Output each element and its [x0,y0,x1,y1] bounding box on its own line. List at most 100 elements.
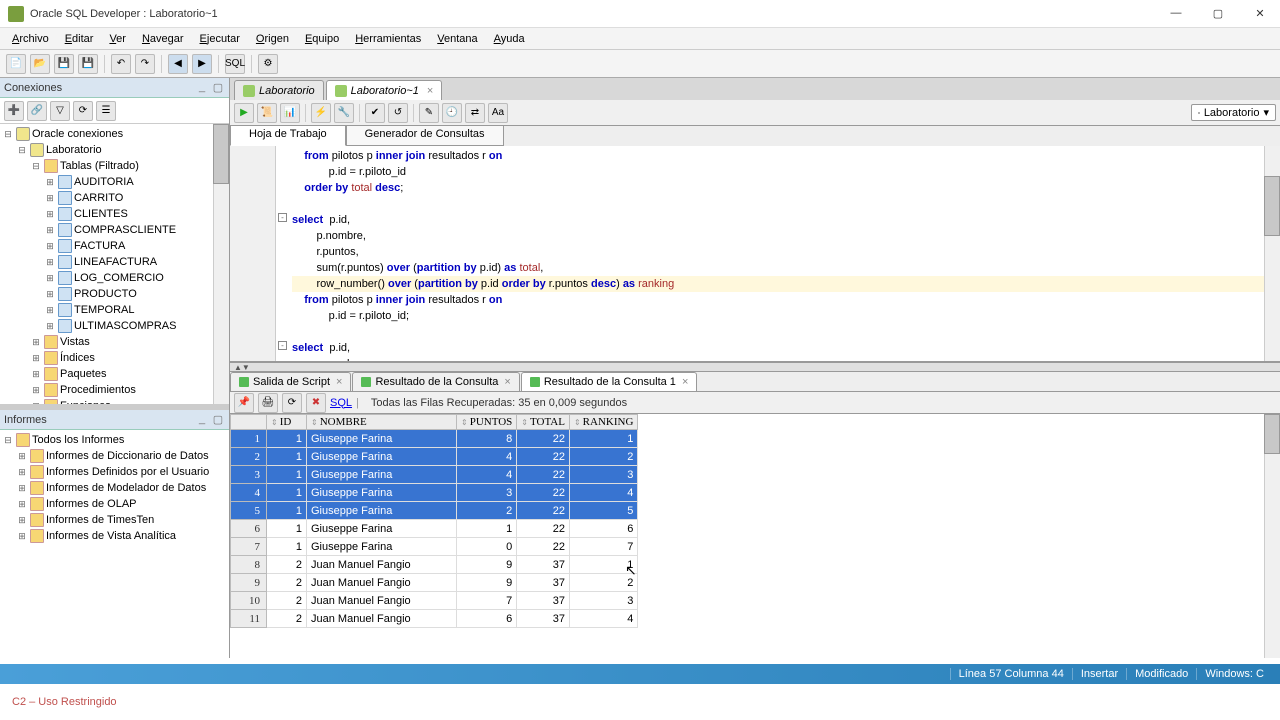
table-row[interactable]: 92Juan Manuel Fangio9372 [231,574,638,592]
report-informes-de-timesten[interactable]: ⊞Informes de TimesTen [0,512,229,528]
col-ID[interactable]: ⇕ID [267,415,307,430]
table-row[interactable]: 71Giuseppe Farina0227 [231,538,638,556]
menu-ayuda[interactable]: Ayuda [486,30,533,48]
table-row[interactable]: 102Juan Manuel Fangio7373 [231,592,638,610]
minimize-button[interactable]: — [1164,7,1188,20]
tree-icon[interactable]: ☰ [96,101,116,121]
tree-scrollbar[interactable] [213,124,229,404]
clear-button[interactable]: ✎ [419,103,439,123]
col-TOTAL[interactable]: ⇕TOTAL [517,415,570,430]
result-tab-Resultado-de-la-Consulta[interactable]: Resultado de la Consulta× [352,372,519,391]
dba-button[interactable]: ⚙ [258,54,278,74]
sql-editor[interactable]: -- from pilotos p inner join resultados … [230,146,1280,362]
ws-tab-Generador-de-Consultas[interactable]: Generador de Consultas [346,126,504,146]
reports-root[interactable]: ⊟Todos los Informes [0,432,229,448]
result-tab-Resultado-de-la-Consulta-1[interactable]: Resultado de la Consulta 1× [521,372,698,391]
run-button[interactable]: ▶ [234,103,254,123]
explain-button[interactable]: 📊 [280,103,300,123]
forward-button[interactable]: ▶ [192,54,212,74]
close-button[interactable]: ✕ [1248,7,1272,20]
autotrace-button[interactable]: ⚡ [311,103,331,123]
new-connection-button[interactable]: ➕ [4,101,24,121]
run-script-button[interactable]: 📜 [257,103,277,123]
cancel-icon[interactable]: ✖ [306,393,326,413]
menu-ventana[interactable]: Ventana [429,30,485,48]
connection-selector[interactable]: Laboratorio ▾ [1191,104,1276,121]
table-row[interactable]: 31Giuseppe Farina4223 [231,466,638,484]
tree-table-clientes[interactable]: ⊞CLIENTES [0,206,229,222]
grid-scrollbar[interactable] [1264,414,1280,658]
format-button[interactable]: ⇄ [465,103,485,123]
report-informes-de-modelador-de-datos[interactable]: ⊞Informes de Modelador de Datos [0,480,229,496]
menu-herramientas[interactable]: Herramientas [347,30,429,48]
col-RANKING[interactable]: ⇕RANKING [569,415,637,430]
new-button[interactable]: 📄 [6,54,26,74]
panel-min-icon[interactable]: _ [195,81,209,94]
table-row[interactable]: 11Giuseppe Farina8221 [231,430,638,448]
unshared-button[interactable]: Aa [488,103,508,123]
filter-icon[interactable]: ▽ [50,101,70,121]
table-row[interactable]: 21Giuseppe Farina4222 [231,448,638,466]
col-PUNTOS[interactable]: ⇕PUNTOS [457,415,517,430]
menu-navegar[interactable]: Navegar [134,30,192,48]
tree-table-producto[interactable]: ⊞PRODUCTO [0,286,229,302]
sql-button[interactable]: SQL [225,54,245,74]
report-informes-de-vista-analítica[interactable]: ⊞Informes de Vista Analítica [0,528,229,544]
menu-ver[interactable]: Ver [101,30,134,48]
editor-tab-Laboratorio[interactable]: Laboratorio [234,80,324,100]
tree-table-lineafactura[interactable]: ⊞LINEAFACTURA [0,254,229,270]
tree-db[interactable]: ⊟Laboratorio [0,142,229,158]
panel-min-icon[interactable]: _ [195,413,209,426]
menu-archivo[interactable]: Archivo [4,30,57,48]
tree-root[interactable]: ⊟Oracle conexiones [0,126,229,142]
redo-button[interactable]: ↷ [135,54,155,74]
open-button[interactable]: 📂 [30,54,50,74]
tree-table-carrito[interactable]: ⊞CARRITO [0,190,229,206]
panel-max-icon[interactable]: ▢ [211,413,225,426]
tree-table-temporal[interactable]: ⊞TEMPORAL [0,302,229,318]
back-button[interactable]: ◀ [168,54,188,74]
sql-link[interactable]: SQL [330,397,352,409]
maximize-button[interactable]: ▢ [1206,7,1230,20]
refresh-result-icon[interactable]: ⟳ [282,393,302,413]
save-all-button[interactable]: 💾 [78,54,98,74]
report-informes-de-diccionario-de-datos[interactable]: ⊞Informes de Diccionario de Datos [0,448,229,464]
refresh-icon[interactable]: ⟳ [73,101,93,121]
tree-node-funciones[interactable]: ⊞Funciones [0,398,229,404]
table-row[interactable]: 112Juan Manuel Fangio6374 [231,610,638,628]
col-NOMBRE[interactable]: ⇕NOMBRE [307,415,457,430]
tree-table-ultimascompras[interactable]: ⊞ULTIMASCOMPRAS [0,318,229,334]
tree-node-índices[interactable]: ⊞Índices [0,350,229,366]
menu-equipo[interactable]: Equipo [297,30,347,48]
table-row[interactable]: 82Juan Manuel Fangio9371 [231,556,638,574]
table-row[interactable]: 51Giuseppe Farina2225 [231,502,638,520]
table-row[interactable]: 41Giuseppe Farina3224 [231,484,638,502]
tree-node-paquetes[interactable]: ⊞Paquetes [0,366,229,382]
save-button[interactable]: 💾 [54,54,74,74]
tree-tables-folder[interactable]: ⊟Tablas (Filtrado) [0,158,229,174]
editor-scrollbar[interactable] [1264,146,1280,361]
table-row[interactable]: 61Giuseppe Farina1226 [231,520,638,538]
result-grid[interactable]: ⇕ID⇕NOMBRE⇕PUNTOS⇕TOTAL⇕RANKING11Giusepp… [230,414,1280,658]
rollback-button[interactable]: ↺ [388,103,408,123]
fold-marker[interactable]: - [278,341,287,350]
tree-table-log_comercio[interactable]: ⊞LOG_COMERCIO [0,270,229,286]
tree-table-auditoria[interactable]: ⊞AUDITORIA [0,174,229,190]
results-splitter[interactable]: ▲▼ [230,362,1280,372]
ws-tab-Hoja-de-Trabajo[interactable]: Hoja de Trabajo [230,126,346,146]
result-tab-Salida-de-Script[interactable]: Salida de Script× [230,372,351,391]
menu-editar[interactable]: Editar [57,30,102,48]
print-icon[interactable]: 🖨 [258,393,278,413]
connections-tree[interactable]: ⊟Oracle conexiones⊟Laboratorio⊟Tablas (F… [0,124,229,404]
tree-node-procedimientos[interactable]: ⊞Procedimientos [0,382,229,398]
connect-icon[interactable]: 🔗 [27,101,47,121]
editor-tab-Laboratorio~1[interactable]: Laboratorio~1× [326,80,443,100]
panel-max-icon[interactable]: ▢ [211,81,225,94]
reports-tree[interactable]: ⊟Todos los Informes⊞Informes de Dicciona… [0,430,229,658]
tree-table-comprascliente[interactable]: ⊞COMPRASCLIENTE [0,222,229,238]
commit-button[interactable]: ✔ [365,103,385,123]
menu-ejecutar[interactable]: Ejecutar [192,30,248,48]
tune-button[interactable]: 🔧 [334,103,354,123]
fold-marker[interactable]: - [278,213,287,222]
menu-origen[interactable]: Origen [248,30,297,48]
